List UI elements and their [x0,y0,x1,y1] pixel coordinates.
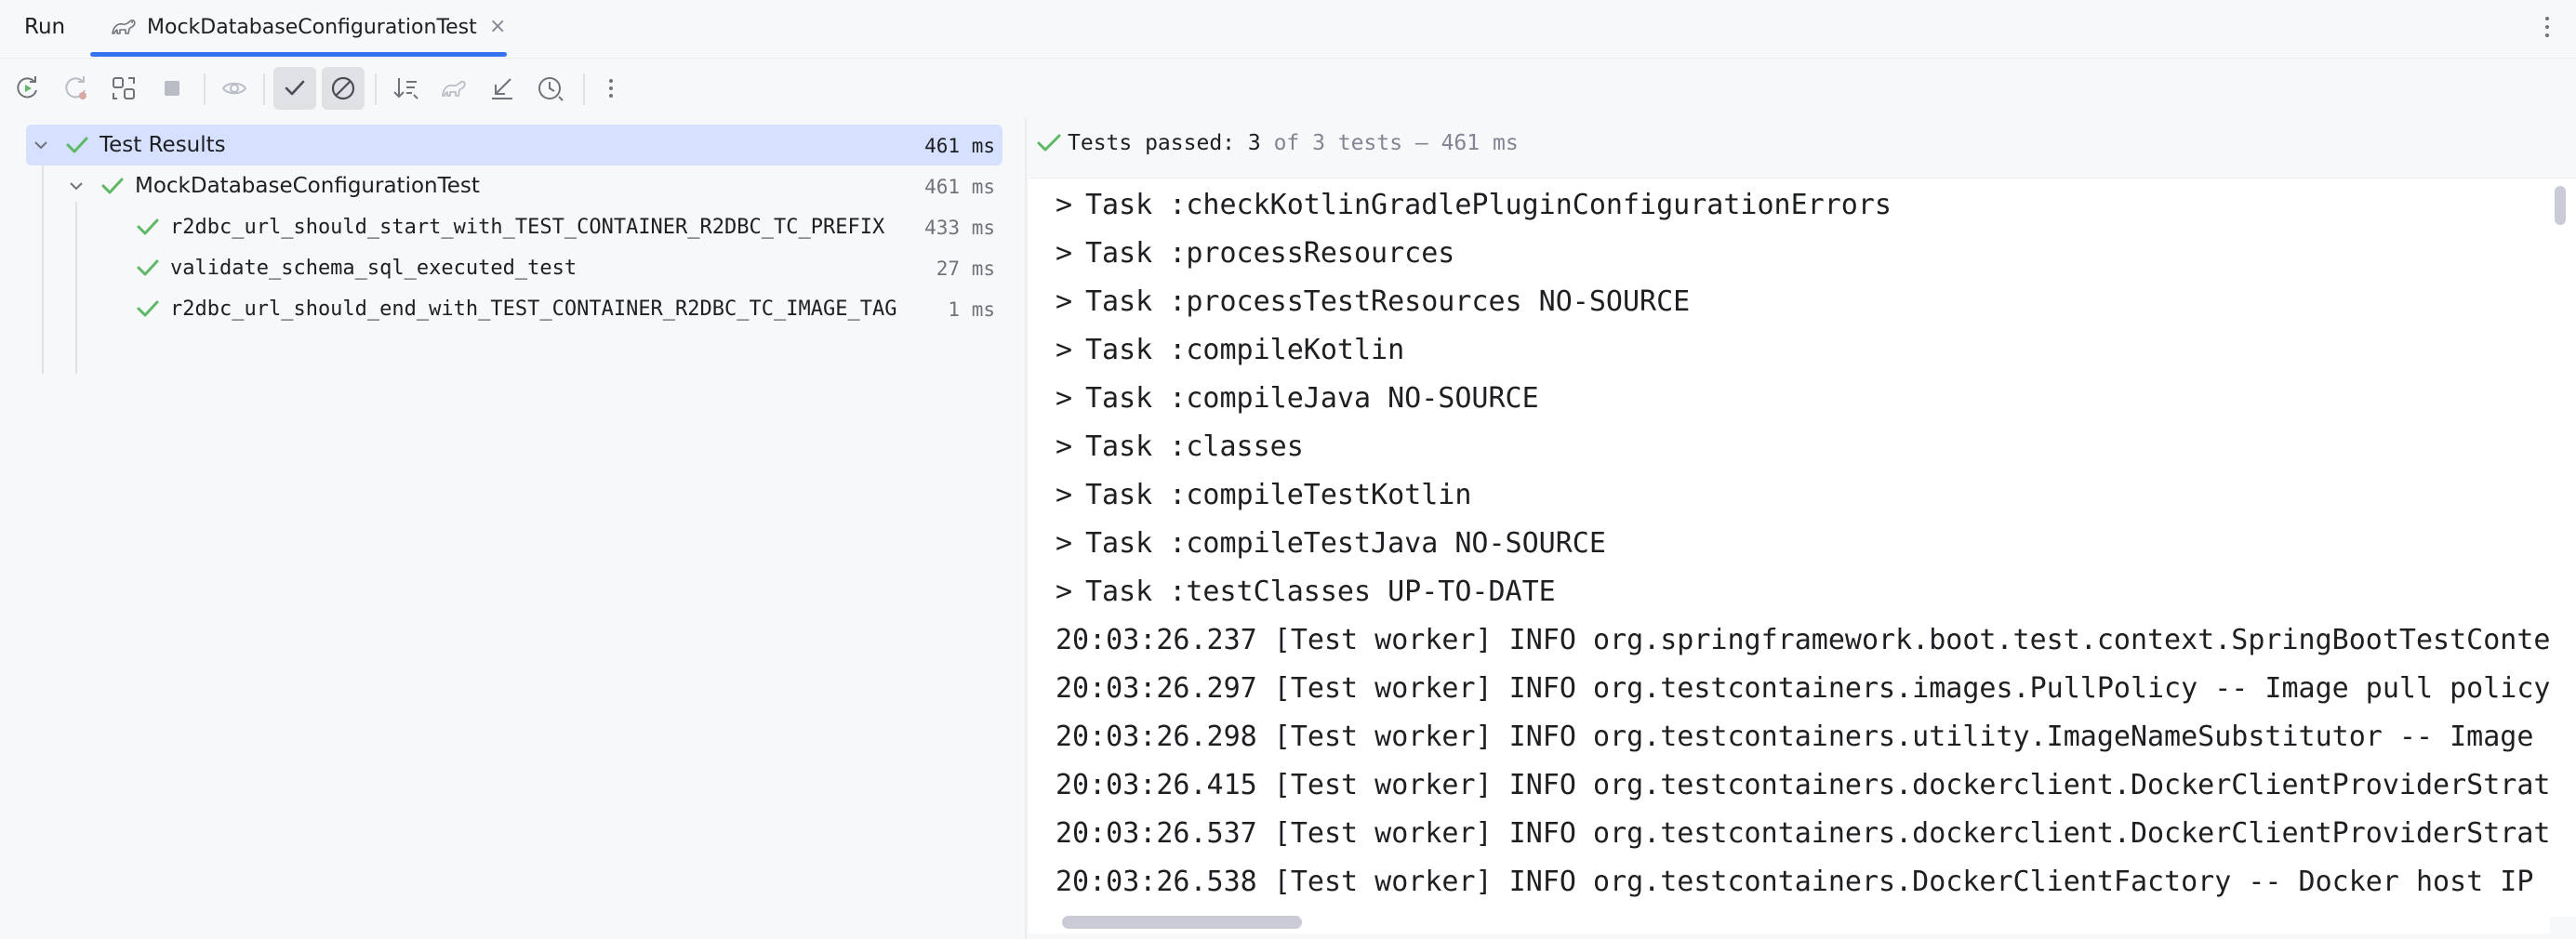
passed-check-icon [137,259,159,276]
gradle-icon [112,20,136,34]
eye-icon [221,82,247,95]
ignored-icon [331,76,355,100]
chevron-right-icon[interactable]: > [1056,375,1085,423]
rerun-failed-button[interactable] [55,67,98,110]
panel-splitter[interactable] [1025,118,1027,939]
test-tree-panel: Test Results 461 ms MockDatabaseConfigur… [0,118,1023,939]
tree-node-label: validate_schema_sql_executed_test [170,257,578,280]
tree-node-test[interactable]: r2dbc_url_should_start_with_TEST_CONTAIN… [26,206,1003,247]
run-toolbar [0,59,2576,118]
console-task-line: > Task :classes [1056,423,1304,471]
duration-label: 1 ms [948,298,995,321]
chevron-right-icon[interactable]: > [1056,181,1085,230]
tree-node-suite[interactable]: MockDatabaseConfigurationTest 461 ms [26,165,1003,206]
run-tool-window-title: Run [24,15,66,39]
tree-node-label: r2dbc_url_should_end_with_TEST_CONTAINER… [170,298,897,321]
tests-total-duration: of 3 tests – 461 ms [1260,131,1519,155]
more-actions-button[interactable] [590,67,632,110]
rerun-failed-icon [65,76,86,99]
console-task-line: > Task :processTestResources NO-SOURCE [1056,278,1690,326]
duration-label: 461 ms [924,176,995,198]
console-task-line: > Task :compileTestJava NO-SOURCE [1056,520,1606,568]
passed-check-icon [66,137,88,153]
chevron-right-icon[interactable]: > [1056,520,1085,568]
sort-button[interactable] [384,67,427,110]
console-log-line: 20:03:26.538 [Test worker] INFO org.test… [1056,866,2550,898]
toolbar-separator [375,73,377,105]
more-options-icon[interactable] [2543,13,2552,41]
tab-label: MockDatabaseConfigurationTest [147,16,477,39]
tree-node-test[interactable]: r2dbc_url_should_end_with_TEST_CONTAINER… [26,288,1003,329]
show-passed-toggle[interactable] [273,67,316,110]
tests-passed-count: Tests passed: 3 [1068,131,1261,155]
toolbar-separator [263,73,265,105]
rerun-icon [17,76,37,99]
check-icon [285,80,305,96]
import-tests-button[interactable] [481,67,524,110]
toolbar-separator [204,73,206,105]
clock-icon [538,77,564,101]
toggle-auto-test-button[interactable] [102,67,145,110]
console-task-line: > Task :processResources [1056,230,1454,278]
console-log-line: 20:03:26.415 [Test worker] INFO org.test… [1056,769,2550,801]
test-status-bar: Tests passed: 3 of 3 tests – 461 ms [1029,118,2576,179]
chevron-right-icon[interactable]: > [1056,278,1085,326]
more-vertical-icon [609,79,613,98]
passed-check-icon [137,218,159,235]
chevron-right-icon[interactable]: > [1056,423,1085,471]
close-tab-icon[interactable]: × [489,15,506,38]
scrollbar-thumb[interactable] [1062,916,1302,929]
console-vertical-scrollbar[interactable] [2550,179,2576,917]
gradle-button[interactable] [432,67,475,110]
rerun-button[interactable] [7,67,49,110]
sort-icon [393,78,418,99]
console-task-line: > Task :compileTestKotlin [1056,471,1471,520]
tool-window-tab-bar: Run MockDatabaseConfigurationTest × [0,0,2576,59]
console-output[interactable]: > Task :checkKotlinGradlePluginConfigurat… [1029,179,2550,917]
passed-check-icon [101,178,124,194]
toolbar-separator [583,73,585,105]
tree-node-label: MockDatabaseConfigurationTest [135,174,480,198]
chevron-down-icon[interactable] [67,177,86,195]
console-task-line: > Task :checkKotlinGradlePluginConfigurat… [1056,181,1892,230]
import-icon [492,78,512,99]
tree-node-test-results[interactable]: Test Results 461 ms [26,125,1003,165]
active-tab-indicator [90,52,507,57]
duration-label: 461 ms [924,135,995,157]
tests-passed-summary: Tests passed: 3 of 3 tests – 461 ms [1068,131,1519,155]
stop-button[interactable] [151,67,193,110]
tree-node-label: Test Results [100,133,226,157]
console-task-line: > Task :compileKotlin [1056,326,1404,375]
console-horizontal-scrollbar[interactable] [1029,911,2550,933]
console-log-line: 20:03:26.537 [Test worker] INFO org.test… [1056,817,2550,850]
chevron-right-icon[interactable]: > [1056,568,1085,616]
tree-node-test[interactable]: validate_schema_sql_executed_test 27 ms [26,247,1003,288]
stop-icon [165,81,179,96]
duration-label: 433 ms [924,217,995,239]
console-task-line: > Task :compileJava NO-SOURCE [1056,375,1539,423]
console-task-line: > Task :testClasses UP-TO-DATE [1056,568,1556,616]
console-log-line: 20:03:26.298 [Test worker] INFO org.test… [1056,721,2550,753]
passed-check-icon [1037,134,1061,152]
chevron-right-icon[interactable]: > [1056,326,1085,375]
chevron-down-icon[interactable] [32,136,50,154]
console-log-line: 20:03:26.297 [Test worker] INFO org.test… [1056,672,2550,705]
gradle-elephant-icon [442,80,466,97]
passed-check-icon [137,300,159,317]
scrollbar-thumb[interactable] [2555,186,2566,225]
console-log-line: 20:03:26.237 [Test worker] INFO org.spri… [1056,624,2550,656]
history-button[interactable] [529,67,572,110]
chevron-right-icon[interactable]: > [1056,471,1085,520]
chevron-right-icon[interactable]: > [1056,230,1085,278]
duration-label: 27 ms [936,258,995,280]
toggle-auto-test-icon [113,77,135,99]
show-ignored-button[interactable] [213,67,256,110]
tree-node-label: r2dbc_url_should_start_with_TEST_CONTAIN… [170,216,885,239]
show-ignored-toggle[interactable] [322,67,365,110]
tab-mock-database-configuration-test[interactable]: MockDatabaseConfigurationTest × [104,0,506,58]
